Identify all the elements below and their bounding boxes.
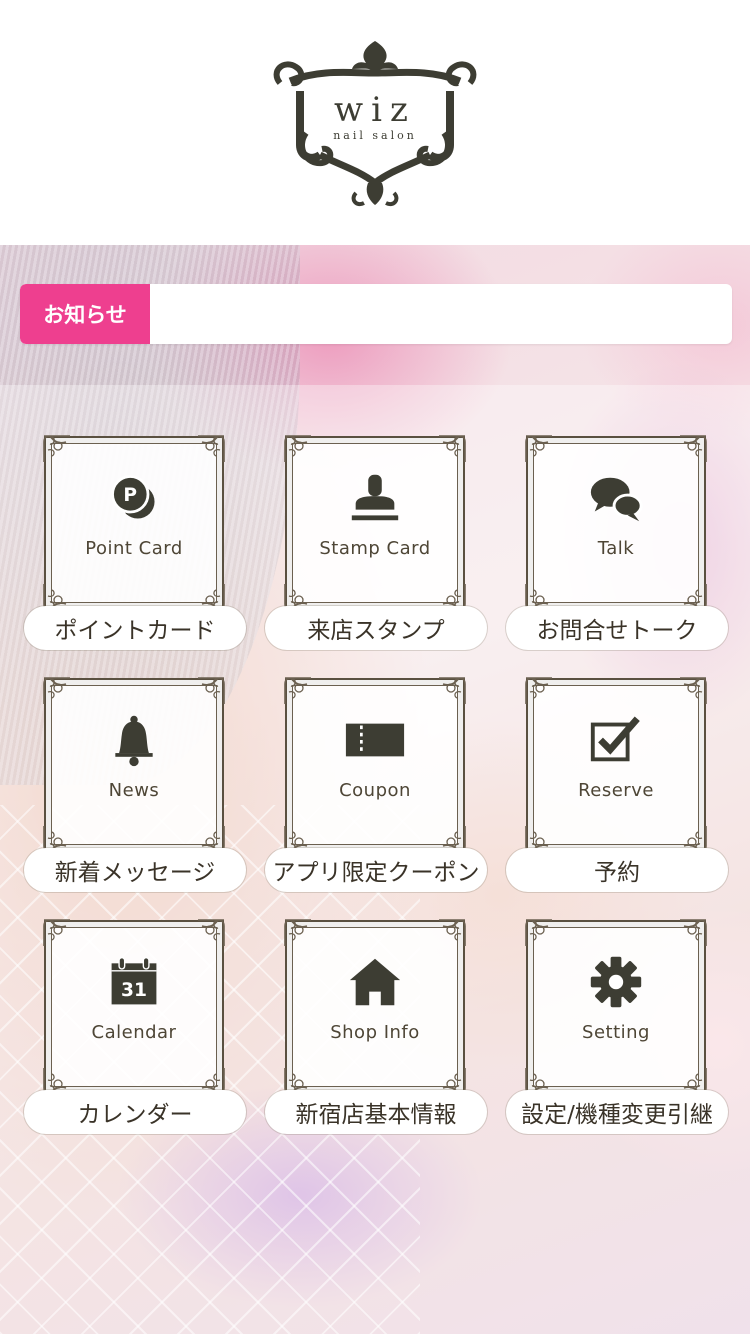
menu-tile-frame[interactable]: News bbox=[43, 677, 225, 853]
ornament-corner bbox=[435, 674, 469, 708]
ornament-corner bbox=[194, 674, 228, 708]
bell-icon bbox=[104, 710, 164, 770]
logo-brand-text: wiz bbox=[334, 90, 416, 130]
ornament-corner bbox=[40, 432, 74, 466]
menu-tile-english-label: Talk bbox=[597, 538, 635, 559]
wiz-logo: wiz nail salon bbox=[273, 40, 477, 206]
menu-tile-japanese-label[interactable]: 予約 bbox=[506, 848, 728, 892]
notice-bar[interactable]: お知らせ bbox=[20, 284, 732, 344]
notice-message bbox=[150, 284, 732, 344]
ornament-corner bbox=[281, 916, 315, 950]
stamp-icon bbox=[345, 468, 405, 528]
ornament-corner bbox=[522, 432, 556, 466]
ornament-corner bbox=[435, 432, 469, 466]
gear-icon bbox=[586, 952, 646, 1012]
svg-text:P: P bbox=[123, 485, 137, 506]
menu-tile-frame[interactable]: Coupon bbox=[284, 677, 466, 853]
point-card-icon: P bbox=[104, 468, 164, 528]
menu-tile-frame[interactable]: P Point Card bbox=[43, 435, 225, 611]
menu-tile-frame[interactable]: Shop Info bbox=[284, 919, 466, 1095]
menu-tile-english-label: News bbox=[108, 780, 160, 801]
menu-tile-english-label: Setting bbox=[582, 1022, 650, 1043]
menu-tile-english-label: Reserve bbox=[578, 780, 654, 801]
home-icon bbox=[345, 952, 405, 1012]
ornament-corner bbox=[435, 916, 469, 950]
ornament-corner bbox=[194, 432, 228, 466]
menu-tile-english-label: Coupon bbox=[339, 780, 411, 801]
ornament-corner bbox=[676, 916, 710, 950]
menu-tile-frame[interactable]: Stamp Card bbox=[284, 435, 466, 611]
menu-tile-english-label: Shop Info bbox=[330, 1022, 420, 1043]
calendar-icon: 31 bbox=[104, 952, 164, 1012]
coupon-icon bbox=[345, 710, 405, 770]
menu-tile-frame[interactable]: Reserve bbox=[525, 677, 707, 853]
ornament-corner bbox=[281, 674, 315, 708]
menu-tile-frame[interactable]: Setting bbox=[525, 919, 707, 1095]
menu-tile-english-label: Point Card bbox=[85, 538, 183, 559]
app-header: wiz nail salon bbox=[0, 0, 750, 245]
ornament-corner bbox=[281, 432, 315, 466]
menu-tile-japanese-label[interactable]: 新着メッセージ bbox=[24, 848, 246, 892]
checkbox-icon bbox=[586, 710, 646, 770]
ornament-corner bbox=[194, 916, 228, 950]
menu-tile-english-label: Calendar bbox=[91, 1022, 177, 1043]
menu-tile-japanese-label[interactable]: お問合せトーク bbox=[506, 606, 728, 650]
ornament-corner bbox=[40, 674, 74, 708]
menu-tile-japanese-label[interactable]: カレンダー bbox=[24, 1090, 246, 1134]
menu-tile-frame[interactable]: 31 Calendar bbox=[43, 919, 225, 1095]
menu-tile-japanese-label[interactable]: 新宿店基本情報 bbox=[265, 1090, 487, 1134]
menu-tile-japanese-label[interactable]: アプリ限定クーポン bbox=[265, 848, 487, 892]
ornament-corner bbox=[522, 674, 556, 708]
chat-bubbles-icon bbox=[586, 468, 646, 528]
ornament-corner bbox=[40, 916, 74, 950]
ornament-corner bbox=[522, 916, 556, 950]
menu-tile-frame[interactable]: Talk bbox=[525, 435, 707, 611]
ornament-corner bbox=[676, 674, 710, 708]
menu-tile-japanese-label[interactable]: 設定/機種変更引継 bbox=[506, 1090, 728, 1134]
menu-tile-japanese-label[interactable]: 来店スタンプ bbox=[265, 606, 487, 650]
notice-label: お知らせ bbox=[20, 284, 150, 344]
ornament-corner bbox=[676, 432, 710, 466]
calendar-date-text: 31 bbox=[121, 980, 147, 1001]
menu-tile-japanese-label[interactable]: ポイントカード bbox=[24, 606, 246, 650]
menu-tile-english-label: Stamp Card bbox=[319, 538, 431, 559]
logo-tagline-text: nail salon bbox=[333, 129, 417, 142]
